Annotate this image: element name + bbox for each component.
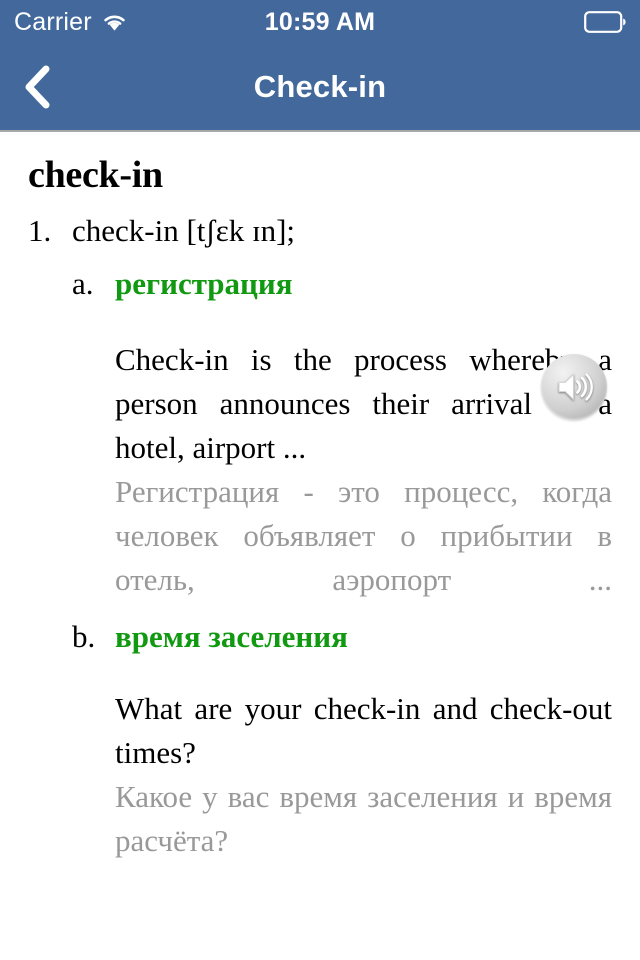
subsense-a-example: Check-in is the process whereby a person… (0, 302, 640, 602)
subsense-b-head: b. время заселения (0, 618, 640, 655)
sense-1: 1. check-in [tʃɛk ɪn]; a. регистрация Ch… (0, 198, 640, 864)
sense-1-transcription: check-in [tʃɛk ɪn]; (72, 212, 296, 248)
status-bar-right (584, 11, 626, 33)
phone-screen: Carrier 10:59 AM Check-in check-in 1. ch… (0, 0, 640, 960)
sense-1-line: 1. check-in [tʃɛk ɪn]; (0, 198, 640, 249)
subsense-b: b. время заселения What are your check-i… (0, 602, 640, 863)
sense-1-number: 1. (28, 212, 52, 248)
status-bar: Carrier 10:59 AM (0, 0, 640, 44)
navigation-bar: Check-in (0, 44, 640, 132)
entry-headword: check-in (28, 154, 163, 196)
subsense-b-example-english: What are your check-in and check-out tim… (115, 691, 612, 771)
subsense-a: a. регистрация Check-in is the process w… (0, 249, 640, 602)
subsense-a-example-english: Check-in is the process whereby a person… (115, 342, 612, 466)
speaker-icon (555, 370, 593, 404)
dictionary-article: check-in 1. check-in [tʃɛk ɪn]; a. регис… (0, 132, 640, 960)
subsense-b-translation: время заселения (115, 619, 348, 655)
status-bar-left: Carrier (14, 7, 128, 36)
subsense-a-translation: регистрация (115, 265, 293, 301)
subsense-b-example: What are your check-in and check-out tim… (0, 655, 640, 863)
play-pronunciation-button[interactable] (541, 354, 607, 420)
battery-icon (584, 11, 626, 33)
subsense-a-example-russian: Регистрация - это процесс, когда человек… (115, 474, 612, 598)
wifi-icon (101, 12, 128, 32)
clock-label: 10:59 AM (264, 7, 376, 36)
page-title: Check-in (253, 69, 387, 104)
subsense-a-head: a. регистрация (0, 265, 640, 302)
subsense-b-example-russian: Какое у вас время заселения и время расч… (115, 779, 612, 859)
subsense-b-letter: b. (72, 619, 96, 655)
subsense-a-letter: a. (72, 265, 94, 301)
carrier-label: Carrier (14, 7, 92, 36)
